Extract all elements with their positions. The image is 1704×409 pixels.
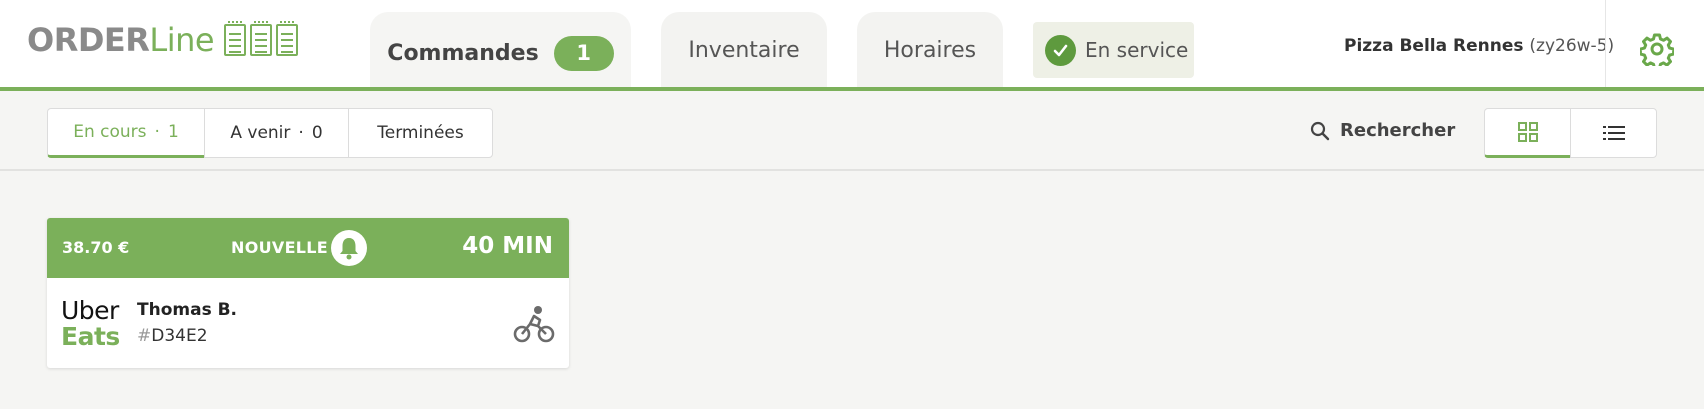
list-view-button[interactable] bbox=[1570, 108, 1657, 158]
service-status-toggle[interactable]: En service bbox=[1033, 22, 1194, 78]
list-icon bbox=[1602, 126, 1625, 140]
filter-a-venir-label: A venir bbox=[230, 123, 291, 143]
service-status-label: En service bbox=[1085, 38, 1189, 62]
separator-dot: · bbox=[154, 122, 160, 142]
order-id: #D34E2 bbox=[137, 326, 208, 346]
grid-view-button[interactable] bbox=[1484, 108, 1571, 158]
filter-terminees[interactable]: Terminées bbox=[348, 108, 493, 158]
tab-horaires-label: Horaires bbox=[883, 37, 977, 63]
filter-en-cours[interactable]: En cours · 1 bbox=[47, 108, 205, 158]
order-card[interactable]: 38.70 € NOUVELLE 40 MIN Uber Eats Thomas… bbox=[47, 218, 569, 368]
order-price: 38.70 € bbox=[62, 238, 130, 257]
search-label: Rechercher bbox=[1340, 120, 1456, 141]
logo-tickets-icon bbox=[224, 21, 299, 56]
filter-a-venir[interactable]: A venir · 0 bbox=[204, 108, 349, 158]
tab-horaires[interactable]: Horaires bbox=[857, 12, 1003, 88]
tab-inventaire-label: Inventaire bbox=[688, 37, 800, 63]
restaurant-code: (zy26w-5) bbox=[1529, 36, 1615, 56]
restaurant-name: Pizza Bella Rennes (zy26w-5) bbox=[1344, 36, 1614, 56]
orders-count-badge: 1 bbox=[553, 35, 614, 71]
order-status: NOUVELLE bbox=[231, 238, 329, 257]
orderline-logo[interactable]: ORDER Line bbox=[27, 21, 299, 59]
order-eta: 40 MIN bbox=[462, 233, 553, 259]
filter-en-cours-count: 1 bbox=[167, 122, 179, 142]
bike-icon bbox=[513, 306, 555, 343]
platform-line2: Eats bbox=[61, 322, 120, 351]
search-icon bbox=[1310, 121, 1330, 140]
bell-icon bbox=[331, 230, 367, 266]
header-divider bbox=[1605, 0, 1606, 87]
platform-line1: Uber bbox=[61, 296, 119, 325]
search-button[interactable]: Rechercher bbox=[1310, 120, 1455, 141]
order-card-header: 38.70 € NOUVELLE 40 MIN bbox=[47, 218, 569, 278]
uber-eats-logo: Uber Eats bbox=[61, 298, 120, 350]
tab-commandes[interactable]: Commandes 1 bbox=[370, 12, 631, 94]
order-hash: # bbox=[137, 326, 152, 346]
separator-dot: · bbox=[298, 123, 304, 143]
filter-en-cours-label: En cours bbox=[73, 122, 147, 142]
gear-icon[interactable] bbox=[1638, 32, 1676, 70]
filter-terminees-label: Terminées bbox=[377, 123, 464, 143]
restaurant-name-text: Pizza Bella Rennes bbox=[1344, 36, 1524, 56]
logo-text-bold: ORDER bbox=[27, 21, 150, 59]
tab-inventaire[interactable]: Inventaire bbox=[661, 12, 827, 88]
tab-commandes-label: Commandes bbox=[387, 40, 539, 66]
order-id-value: D34E2 bbox=[151, 326, 208, 346]
logo-text-light: Line bbox=[149, 21, 215, 59]
grid-icon bbox=[1517, 122, 1538, 142]
app-header: ORDER Line Commandes 1 Inventaire Horair… bbox=[0, 0, 1704, 94]
check-icon bbox=[1045, 34, 1076, 66]
filter-a-venir-count: 0 bbox=[311, 123, 323, 143]
customer-name: Thomas B. bbox=[137, 300, 238, 320]
